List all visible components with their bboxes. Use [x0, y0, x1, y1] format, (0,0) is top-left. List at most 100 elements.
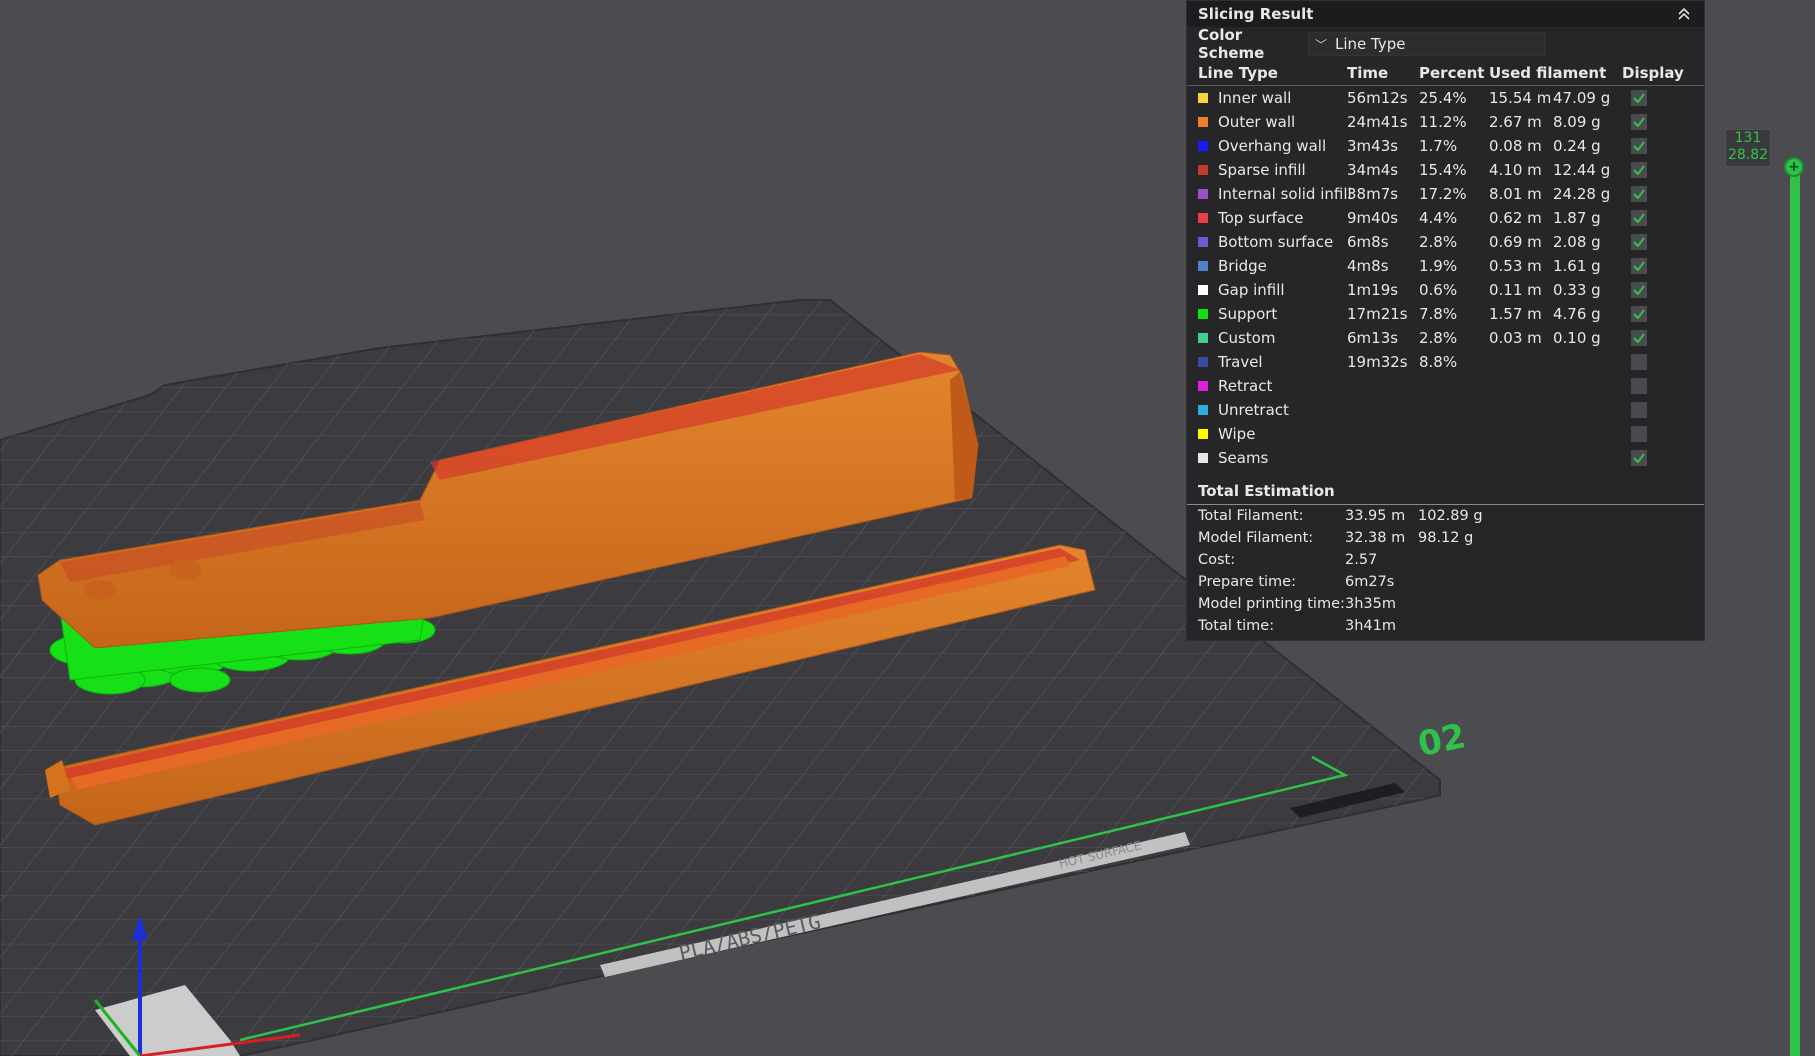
line-type-name: Gap infill — [1218, 281, 1285, 299]
display-checkbox[interactable] — [1631, 354, 1647, 370]
display-checkbox[interactable] — [1631, 234, 1647, 250]
display-checkbox[interactable] — [1631, 402, 1647, 418]
line-type-cell: Overhang wall — [1198, 137, 1347, 155]
layer-number: 131 — [1734, 130, 1762, 146]
table-row: Sparse infill 34m4s 15.4% 4.10 m 12.44 g — [1187, 158, 1704, 182]
layer-slider-handle[interactable]: + — [1784, 157, 1804, 177]
table-header: Line Type Time Percent Used filament Dis… — [1187, 61, 1704, 86]
display-cell — [1622, 234, 1687, 250]
line-type-cell: Travel — [1198, 353, 1347, 371]
time-cell: 3m43s — [1347, 137, 1399, 155]
weight-cell: 0.10 g — [1553, 329, 1601, 347]
estimation-label: Total Filament: — [1198, 508, 1304, 524]
table-row: Wipe — [1187, 422, 1704, 446]
display-checkbox[interactable] — [1631, 90, 1647, 106]
display-checkbox[interactable] — [1631, 330, 1647, 346]
weight-cell: 12.44 g — [1553, 161, 1611, 179]
display-checkbox[interactable] — [1631, 162, 1647, 178]
length-cell: 0.11 m — [1489, 281, 1542, 299]
line-type-cell: Inner wall — [1198, 89, 1347, 107]
percent-cell: 1.9% — [1419, 257, 1458, 275]
estimation-value: 3h41m — [1345, 618, 1396, 634]
estimation-row: Cost: 2.57 — [1187, 549, 1704, 571]
checkmark-icon — [1633, 285, 1645, 296]
checkmark-icon — [1633, 261, 1645, 272]
display-cell — [1622, 258, 1687, 274]
display-checkbox[interactable] — [1631, 306, 1647, 322]
panel-header: Slicing Result — [1187, 1, 1704, 27]
line-type-name: Sparse infill — [1218, 161, 1306, 179]
estimation-label: Cost: — [1198, 552, 1236, 568]
display-checkbox[interactable] — [1631, 258, 1647, 274]
percent-cell: 25.4% — [1419, 89, 1467, 107]
panel-title: Slicing Result — [1198, 5, 1314, 23]
estimation-label: Prepare time: — [1198, 574, 1296, 590]
table-row: Inner wall 56m12s 25.4% 15.54 m 47.09 g — [1187, 86, 1704, 110]
table-row: Unretract — [1187, 398, 1704, 422]
table-row: Bottom surface 6m8s 2.8% 0.69 m 2.08 g — [1187, 230, 1704, 254]
table-row: Custom 6m13s 2.8% 0.03 m 0.10 g — [1187, 326, 1704, 350]
display-cell — [1622, 354, 1687, 370]
color-scheme-dropdown[interactable]: ﹀ Line Type — [1308, 32, 1545, 56]
checkmark-icon — [1633, 189, 1645, 200]
checkmark-icon — [1633, 213, 1645, 224]
estimation-label: Total time: — [1198, 618, 1275, 634]
display-cell — [1622, 210, 1687, 226]
line-type-name: Outer wall — [1218, 113, 1296, 131]
line-type-table: Inner wall 56m12s 25.4% 15.54 m 47.09 g Outer… — [1187, 86, 1704, 470]
percent-cell: 15.4% — [1419, 161, 1467, 179]
checkmark-icon — [1633, 165, 1645, 176]
chevron-down-icon: ﹀ — [1315, 37, 1328, 52]
layer-slider-track[interactable] — [1790, 168, 1800, 1056]
display-cell — [1622, 186, 1687, 202]
time-cell: 1m19s — [1347, 281, 1399, 299]
line-type-cell: Bridge — [1198, 257, 1347, 275]
display-checkbox[interactable] — [1631, 426, 1647, 442]
color-swatch — [1198, 357, 1208, 367]
weight-cell: 0.24 g — [1553, 137, 1601, 155]
time-cell: 6m8s — [1347, 233, 1389, 251]
display-checkbox[interactable] — [1631, 186, 1647, 202]
line-type-name: Seams — [1218, 449, 1269, 467]
display-cell — [1622, 114, 1687, 130]
estimation-row: Prepare time: 6m27s — [1187, 571, 1704, 593]
checkmark-icon — [1633, 117, 1645, 128]
weight-cell: 2.08 g — [1553, 233, 1601, 251]
color-swatch — [1198, 141, 1208, 151]
length-cell: 0.03 m — [1489, 329, 1542, 347]
display-checkbox[interactable] — [1631, 378, 1647, 394]
color-swatch — [1198, 189, 1208, 199]
weight-cell: 4.76 g — [1553, 305, 1601, 323]
display-cell — [1622, 90, 1687, 106]
display-checkbox[interactable] — [1631, 450, 1647, 466]
display-checkbox[interactable] — [1631, 282, 1647, 298]
estimation-label: Model printing time: — [1198, 596, 1345, 612]
display-cell — [1622, 330, 1687, 346]
layer-height: 28.82 — [1727, 147, 1769, 163]
column-used-filament: Used filament — [1489, 64, 1607, 82]
total-estimation: Total Filament: 33.95 m 102.89 g Model Fila… — [1187, 505, 1704, 637]
checkmark-icon — [1633, 333, 1645, 344]
collapse-icon[interactable] — [1674, 4, 1694, 24]
time-cell: 6m13s — [1347, 329, 1399, 347]
length-cell: 0.08 m — [1489, 137, 1542, 155]
estimation-value: 3h35m — [1345, 596, 1396, 612]
time-cell: 4m8s — [1347, 257, 1389, 275]
length-cell: 4.10 m — [1489, 161, 1542, 179]
line-type-cell: Unretract — [1198, 401, 1347, 419]
line-type-cell: Support — [1198, 305, 1347, 323]
table-row: Gap infill 1m19s 0.6% 0.11 m 0.33 g — [1187, 278, 1704, 302]
display-checkbox[interactable] — [1631, 114, 1647, 130]
layer-indicator: 131 28.82 — [1725, 129, 1771, 167]
column-display: Display — [1622, 64, 1684, 82]
column-time: Time — [1347, 64, 1389, 82]
weight-cell: 1.61 g — [1553, 257, 1601, 275]
display-checkbox[interactable] — [1631, 210, 1647, 226]
percent-cell: 2.8% — [1419, 233, 1458, 251]
line-type-name: Top surface — [1218, 209, 1304, 227]
line-type-name: Overhang wall — [1218, 137, 1327, 155]
estimation-row: Total time: 3h41m — [1187, 615, 1704, 637]
percent-cell: 11.2% — [1419, 113, 1467, 131]
display-checkbox[interactable] — [1631, 138, 1647, 154]
estimation-value: 2.57 — [1345, 552, 1378, 568]
